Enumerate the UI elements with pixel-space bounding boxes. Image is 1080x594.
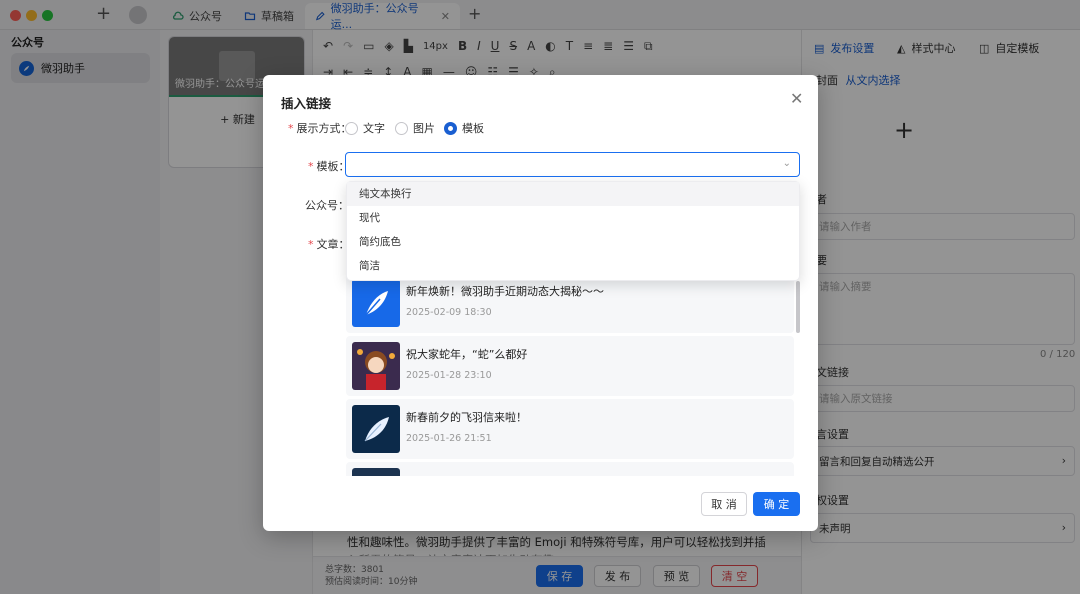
article-label: * 文章： xyxy=(308,236,350,252)
chevron-down-icon: ⌄ xyxy=(782,158,791,169)
template-select[interactable]: ⌄ xyxy=(345,152,800,177)
cancel-button[interactable]: 取 消 xyxy=(701,492,747,516)
template-dropdown: 纯文本换行 现代 简约底色 简洁 xyxy=(346,181,800,281)
article-title: 新年焕新！微羽助手近期动态大揭秘～～ xyxy=(406,285,604,298)
radio-circle xyxy=(395,121,408,135)
list-item[interactable]: 新年焕新！微羽助手近期动态大揭秘～～ 2025-02-09 18:30 xyxy=(346,273,794,333)
article-title: 祝大家蛇年，“蛇”么都好 xyxy=(406,348,528,361)
required-marker: * xyxy=(308,160,314,173)
template-option[interactable]: 简洁 xyxy=(347,254,799,278)
template-option[interactable]: 现代 xyxy=(347,206,799,230)
insert-link-dialog: 插入链接 ✕ * 展示方式： 文字 图片 模板 * 模板： ⌄ 公众号： * 文章： … xyxy=(263,75,818,531)
dialog-title: 插入链接 xyxy=(281,96,332,111)
radio-circle xyxy=(444,121,457,135)
template-option[interactable]: 纯文本换行 xyxy=(347,182,799,206)
radio-label: 图片 xyxy=(413,122,435,135)
radio-circle xyxy=(345,121,358,135)
confirm-button[interactable]: 确 定 xyxy=(753,492,800,516)
radio-text[interactable]: 文字 xyxy=(345,120,385,136)
display-mode-label: * 展示方式： xyxy=(288,120,352,136)
template-label: * 模板： xyxy=(308,158,350,174)
template-option[interactable]: 简约底色 xyxy=(347,230,799,254)
radio-image[interactable]: 图片 xyxy=(395,120,435,136)
label-text: 文章： xyxy=(316,238,350,251)
article-list-scrollbar[interactable] xyxy=(796,281,800,333)
article-thumbnail xyxy=(352,468,400,476)
radio-template[interactable]: 模板 xyxy=(444,120,484,136)
feather-icon xyxy=(352,279,400,327)
list-item[interactable] xyxy=(346,462,794,476)
radio-label: 模板 xyxy=(462,122,484,135)
article-date: 2025-01-28 23:10 xyxy=(406,370,492,381)
required-marker: * xyxy=(288,122,294,135)
list-item[interactable]: 祝大家蛇年，“蛇”么都好 2025-01-28 23:10 xyxy=(346,336,794,396)
close-icon[interactable]: ✕ xyxy=(790,89,803,108)
article-title: 新春前夕的飞羽信来啦！ xyxy=(406,411,527,424)
article-date: 2025-02-09 18:30 xyxy=(406,307,492,318)
required-marker: * xyxy=(308,238,314,251)
anime-girl-icon xyxy=(352,342,400,390)
account-label: 公众号： xyxy=(305,199,349,212)
feather-night-icon xyxy=(352,405,400,453)
article-picker-list: 新年焕新！微羽助手近期动态大揭秘～～ 2025-02-09 18:30 祝大家蛇… xyxy=(346,273,800,476)
list-item[interactable]: 新春前夕的飞羽信来啦！ 2025-01-26 21:51 xyxy=(346,399,794,459)
radio-label: 文字 xyxy=(363,122,385,135)
article-date: 2025-01-26 21:51 xyxy=(406,433,492,444)
label-text: 展示方式： xyxy=(296,122,352,135)
